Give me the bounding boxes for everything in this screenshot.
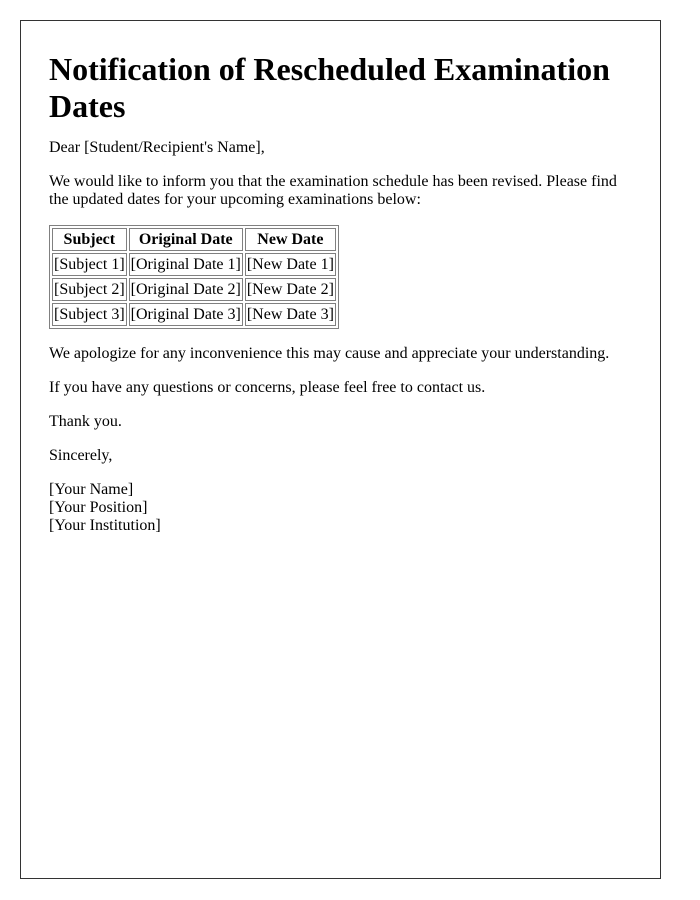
cell-original-date: [Original Date 3] xyxy=(128,303,243,326)
signature-institution: [Your Institution] xyxy=(49,517,161,534)
table-row: [Subject 2] [Original Date 2] [New Date … xyxy=(52,278,336,301)
signature-position: [Your Position] xyxy=(49,499,148,516)
closing: Sincerely, xyxy=(49,447,113,464)
cell-original-date: [Original Date 1] xyxy=(128,253,243,276)
table-header-row: Subject Original Date New Date xyxy=(52,228,336,251)
thanks-paragraph: Thank you. xyxy=(49,413,122,430)
cell-new-date: [New Date 1] xyxy=(244,253,336,276)
cell-new-date: [New Date 2] xyxy=(244,278,336,301)
cell-subject: [Subject 2] xyxy=(52,278,127,301)
header-subject: Subject xyxy=(52,228,127,251)
header-new-date: New Date xyxy=(244,228,336,251)
letter-page: Notification of Rescheduled Examination … xyxy=(20,20,661,879)
signature-name: [Your Name] xyxy=(49,481,134,498)
table-row: [Subject 1] [Original Date 1] [New Date … xyxy=(52,253,336,276)
page-title: Notification of Rescheduled Examination … xyxy=(49,51,610,124)
table-row: [Subject 3] [Original Date 3] [New Date … xyxy=(52,303,336,326)
header-original-date: Original Date xyxy=(128,228,243,251)
signature-block: [Your Name] [Your Position] [Your Instit… xyxy=(49,481,632,535)
cell-original-date: [Original Date 2] xyxy=(128,278,243,301)
cell-subject: [Subject 3] xyxy=(52,303,127,326)
cell-new-date: [New Date 3] xyxy=(244,303,336,326)
greeting: Dear [Student/Recipient's Name], xyxy=(49,139,265,156)
apology-paragraph: We apologize for any inconvenience this … xyxy=(49,345,610,362)
cell-subject: [Subject 1] xyxy=(52,253,127,276)
intro-paragraph: We would like to inform you that the exa… xyxy=(49,173,617,208)
contact-paragraph: If you have any questions or concerns, p… xyxy=(49,379,486,396)
schedule-table: Subject Original Date New Date [Subject … xyxy=(49,225,339,329)
